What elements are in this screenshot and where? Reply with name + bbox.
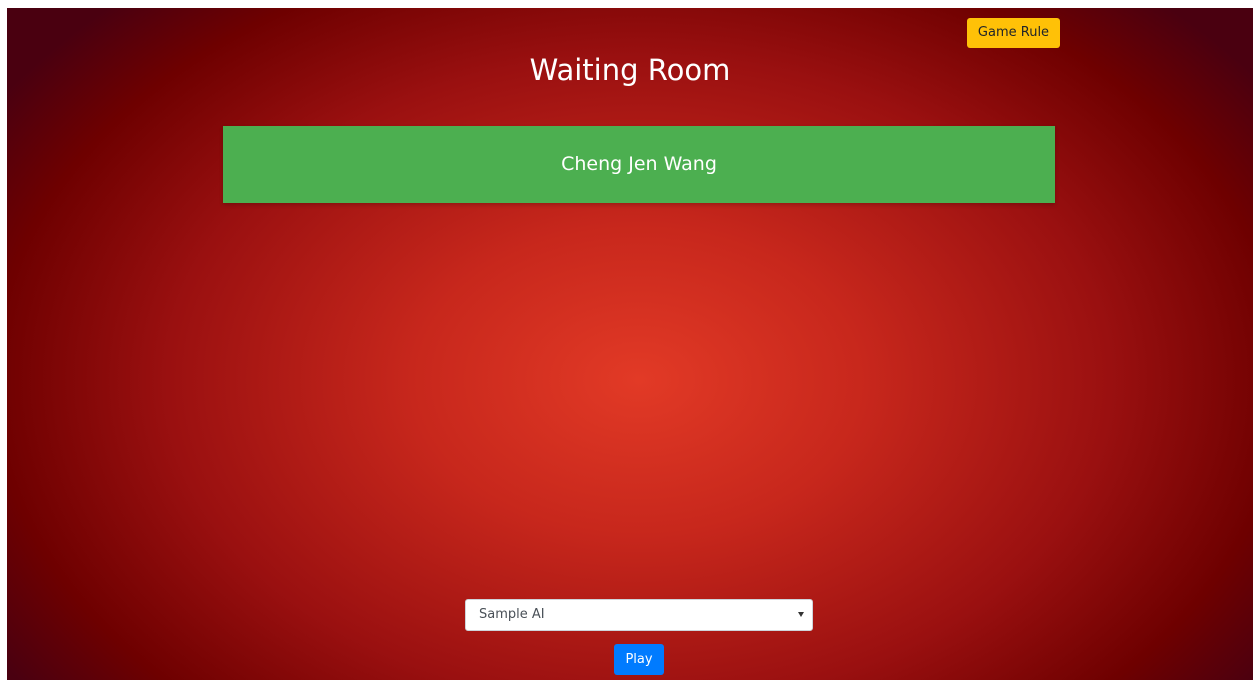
page-title: Waiting Room xyxy=(529,53,731,87)
player-card: Cheng Jen Wang xyxy=(223,126,1055,203)
chevron-down-icon xyxy=(798,612,804,617)
opponent-select-value: Sample AI xyxy=(479,607,545,622)
opponent-select[interactable]: Sample AI xyxy=(465,599,813,631)
player-name: Cheng Jen Wang xyxy=(561,153,717,175)
game-rule-button[interactable]: Game Rule xyxy=(967,18,1060,48)
waiting-room-page: Game Rule Waiting Room Cheng Jen Wang Sa… xyxy=(7,8,1253,680)
play-button[interactable]: Play xyxy=(614,644,664,675)
